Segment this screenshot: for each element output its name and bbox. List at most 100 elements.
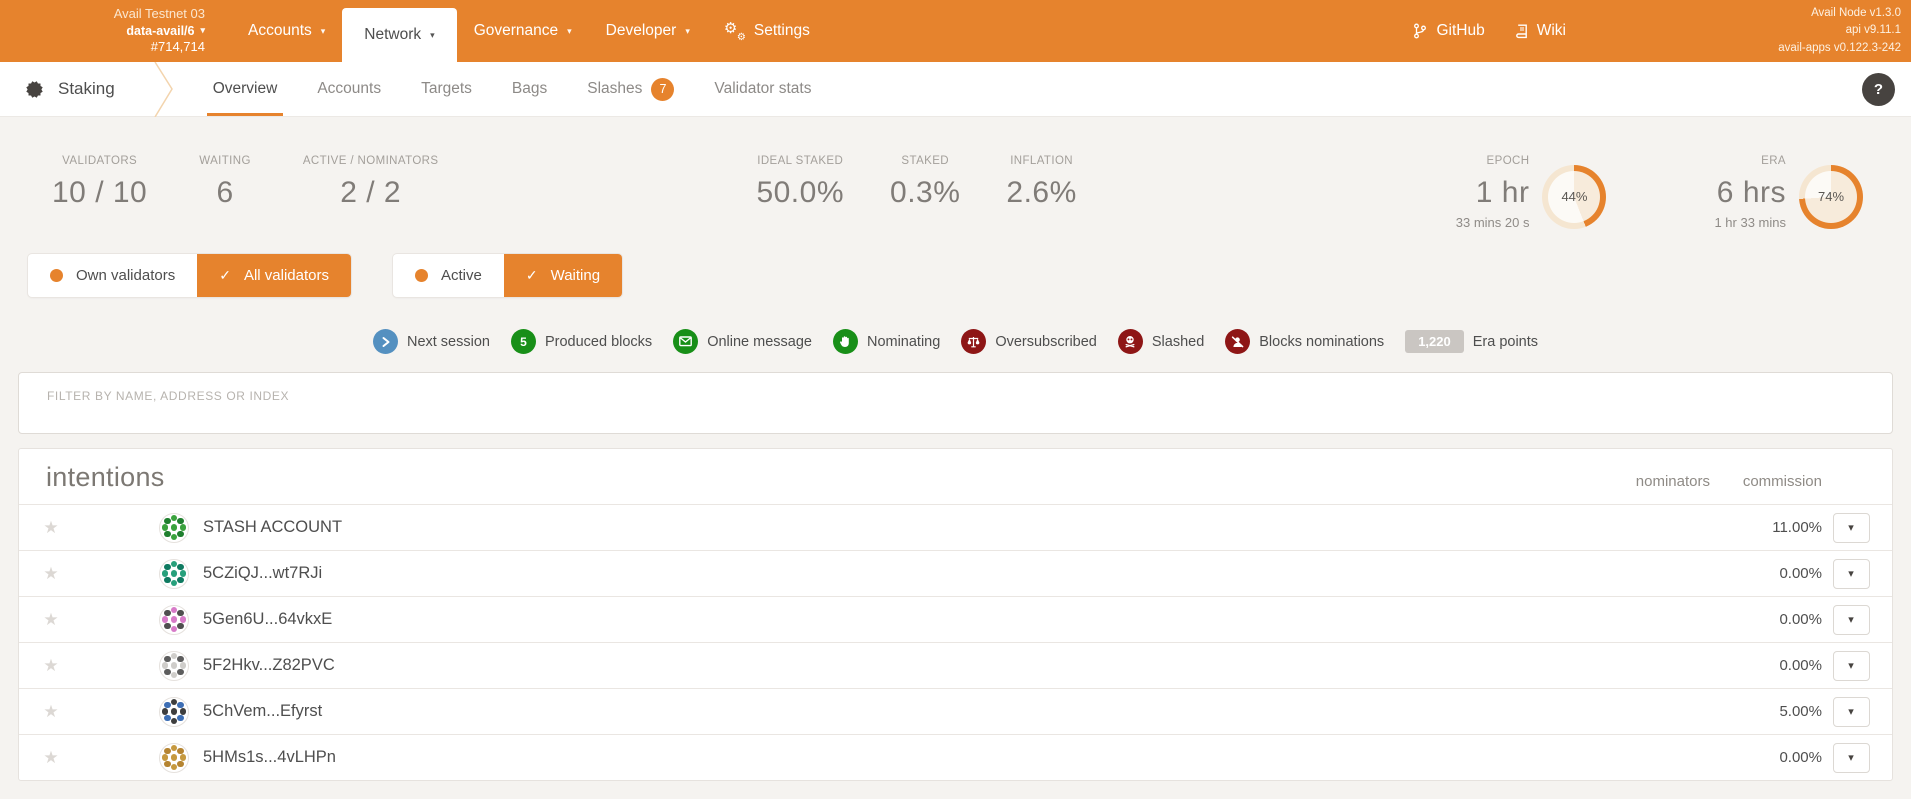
commission-value: 0.00% bbox=[1710, 611, 1822, 628]
tab-accounts[interactable]: Accounts bbox=[297, 62, 401, 116]
account-name[interactable]: 5ChVem...Efyrst bbox=[203, 702, 322, 721]
nav-accounts[interactable]: Accounts ▾ bbox=[231, 0, 342, 62]
check-icon: ✓ bbox=[526, 267, 538, 284]
favorite-star-icon[interactable]: ★ bbox=[19, 702, 83, 722]
caret-down-icon: ▾ bbox=[1848, 613, 1854, 626]
external-links: GitHub Wiki bbox=[1413, 22, 1566, 40]
active-toggle[interactable]: Active bbox=[393, 254, 504, 297]
stat-validators: VALIDATORS 10 / 10 bbox=[52, 155, 147, 210]
favorite-star-icon[interactable]: ★ bbox=[19, 518, 83, 538]
caret-down-icon: ▾ bbox=[1848, 521, 1854, 534]
legend-next-session: Next session bbox=[373, 329, 490, 354]
stat-staked: STAKED 0.3% bbox=[890, 155, 960, 210]
git-branch-icon bbox=[1413, 23, 1427, 39]
chevron-down-icon: ▾ bbox=[567, 26, 572, 37]
validator-toggle-group: Own validators ✓ All validators bbox=[28, 254, 351, 297]
account-name[interactable]: STASH ACCOUNT bbox=[203, 518, 342, 537]
favorite-star-icon[interactable]: ★ bbox=[19, 656, 83, 676]
chevron-down-icon: ▾ bbox=[321, 26, 326, 37]
caret-down-icon: ▾ bbox=[1848, 751, 1854, 764]
check-icon: ✓ bbox=[219, 267, 231, 284]
chevron-down-icon: ▾ bbox=[200, 25, 205, 37]
tab-bar: Staking Overview Accounts Targets Bags S… bbox=[0, 62, 1911, 117]
table-header: intentions nominators commission bbox=[19, 449, 1892, 504]
tab-targets[interactable]: Targets bbox=[401, 62, 492, 116]
table-row: ★ 5Gen6U...64vkxE 0.00% ▾ bbox=[19, 596, 1892, 642]
expand-row-button[interactable]: ▾ bbox=[1833, 559, 1870, 589]
table-row: ★ 5ChVem...Efyrst 5.00% ▾ bbox=[19, 688, 1892, 734]
legend-blocks-nominations: Blocks nominations bbox=[1225, 329, 1384, 354]
staking-seal-icon bbox=[24, 79, 45, 100]
legend-era-points: 1,220 Era points bbox=[1405, 330, 1538, 353]
stat-ideal-staked: IDEAL STAKED 50.0% bbox=[756, 155, 844, 210]
help-button[interactable]: ? bbox=[1862, 73, 1895, 106]
legend-oversubscribed: Oversubscribed bbox=[961, 329, 1097, 354]
expand-row-button[interactable]: ▾ bbox=[1833, 651, 1870, 681]
tab-slashes[interactable]: Slashes 7 bbox=[567, 62, 694, 116]
nav-network[interactable]: Network ▾ bbox=[342, 8, 456, 62]
commission-value: 0.00% bbox=[1710, 657, 1822, 674]
percent-stats: IDEAL STAKED 50.0% STAKED 0.3% INFLATION… bbox=[756, 155, 1076, 210]
tab-overview[interactable]: Overview bbox=[193, 62, 298, 116]
caret-down-icon: ▾ bbox=[1848, 659, 1854, 672]
account-name[interactable]: 5CZiQJ...wt7RJi bbox=[203, 564, 322, 583]
wiki-label: Wiki bbox=[1537, 22, 1566, 40]
identicon[interactable] bbox=[159, 605, 189, 635]
expand-row-button[interactable]: ▾ bbox=[1833, 743, 1870, 773]
nav-settings[interactable]: ⚙ ⚙ Settings bbox=[707, 0, 827, 62]
favorite-star-icon[interactable]: ★ bbox=[19, 610, 83, 630]
scales-icon bbox=[961, 329, 986, 354]
nav-label: Governance bbox=[474, 22, 558, 40]
tab-validator-stats[interactable]: Validator stats bbox=[694, 62, 831, 116]
column-header-commission: commission bbox=[1710, 473, 1822, 490]
own-validators-toggle[interactable]: Own validators bbox=[28, 254, 197, 297]
nav-governance[interactable]: Governance ▾ bbox=[457, 0, 589, 62]
all-validators-toggle[interactable]: ✓ All validators bbox=[197, 254, 351, 297]
stat-inflation: INFLATION 2.6% bbox=[1006, 155, 1076, 210]
favorite-star-icon[interactable]: ★ bbox=[19, 564, 83, 584]
app-header: Avail Testnet 03 data-avail/6 ▾ #714,714… bbox=[0, 0, 1911, 62]
radio-dot-icon bbox=[50, 269, 63, 282]
era-timer: ERA 6 hrs 1 hr 33 mins 74% bbox=[1714, 155, 1863, 230]
chevron-down-icon: ▾ bbox=[685, 26, 690, 37]
tab-bags[interactable]: Bags bbox=[492, 62, 567, 116]
version-info: Avail Node v1.3.0 api v9.11.1 avail-apps… bbox=[1778, 5, 1901, 57]
era-progress-donut: 74% bbox=[1799, 165, 1863, 229]
identicon[interactable] bbox=[159, 513, 189, 543]
block-count-badge: 5 bbox=[511, 329, 536, 354]
expand-row-button[interactable]: ▾ bbox=[1833, 513, 1870, 543]
account-name[interactable]: 5F2Hkv...Z82PVC bbox=[203, 656, 335, 675]
identicon[interactable] bbox=[159, 697, 189, 727]
chevron-down-icon: ▾ bbox=[430, 30, 435, 41]
legend-online-message: Online message bbox=[673, 329, 812, 354]
github-link[interactable]: GitHub bbox=[1413, 22, 1484, 40]
favorite-star-icon[interactable]: ★ bbox=[19, 748, 83, 768]
table-row: ★ STASH ACCOUNT 11.00% ▾ bbox=[19, 504, 1892, 550]
table-row: ★ 5F2Hkv...Z82PVC 0.00% ▾ bbox=[19, 642, 1892, 688]
identicon[interactable] bbox=[159, 743, 189, 773]
count-stats: VALIDATORS 10 / 10 WAITING 6 ACTIVE / NO… bbox=[52, 155, 438, 210]
legend-produced-blocks: 5 Produced blocks bbox=[511, 329, 652, 354]
identicon[interactable] bbox=[159, 651, 189, 681]
chain-info[interactable]: Avail Testnet 03 data-avail/6 ▾ #714,714 bbox=[30, 6, 205, 56]
identicon[interactable] bbox=[159, 559, 189, 589]
epoch-timer: EPOCH 1 hr 33 mins 20 s 44% bbox=[1456, 155, 1607, 230]
nav-label: Developer bbox=[606, 22, 677, 40]
commission-value: 0.00% bbox=[1710, 749, 1822, 766]
filter-input[interactable] bbox=[45, 388, 1866, 404]
account-name[interactable]: 5Gen6U...64vkxE bbox=[203, 610, 332, 629]
stat-waiting: WAITING 6 bbox=[199, 155, 251, 210]
filter-container bbox=[18, 372, 1893, 434]
wiki-link[interactable]: Wiki bbox=[1515, 22, 1566, 40]
expand-row-button[interactable]: ▾ bbox=[1833, 697, 1870, 727]
main-nav: Accounts ▾ Network ▾ Governance ▾ Develo… bbox=[231, 0, 827, 62]
expand-row-button[interactable]: ▾ bbox=[1833, 605, 1870, 635]
timer-stats: EPOCH 1 hr 33 mins 20 s 44% ERA 6 hrs 1 … bbox=[1456, 155, 1863, 230]
staking-summary: VALIDATORS 10 / 10 WAITING 6 ACTIVE / NO… bbox=[0, 117, 1911, 230]
account-name[interactable]: 5HMs1s...4vLHPn bbox=[203, 748, 336, 767]
best-block-number: #714,714 bbox=[30, 39, 205, 56]
slashes-count-badge: 7 bbox=[651, 78, 674, 101]
waiting-toggle[interactable]: ✓ Waiting bbox=[504, 254, 622, 297]
nav-developer[interactable]: Developer ▾ bbox=[589, 0, 707, 62]
commission-value: 5.00% bbox=[1710, 703, 1822, 720]
